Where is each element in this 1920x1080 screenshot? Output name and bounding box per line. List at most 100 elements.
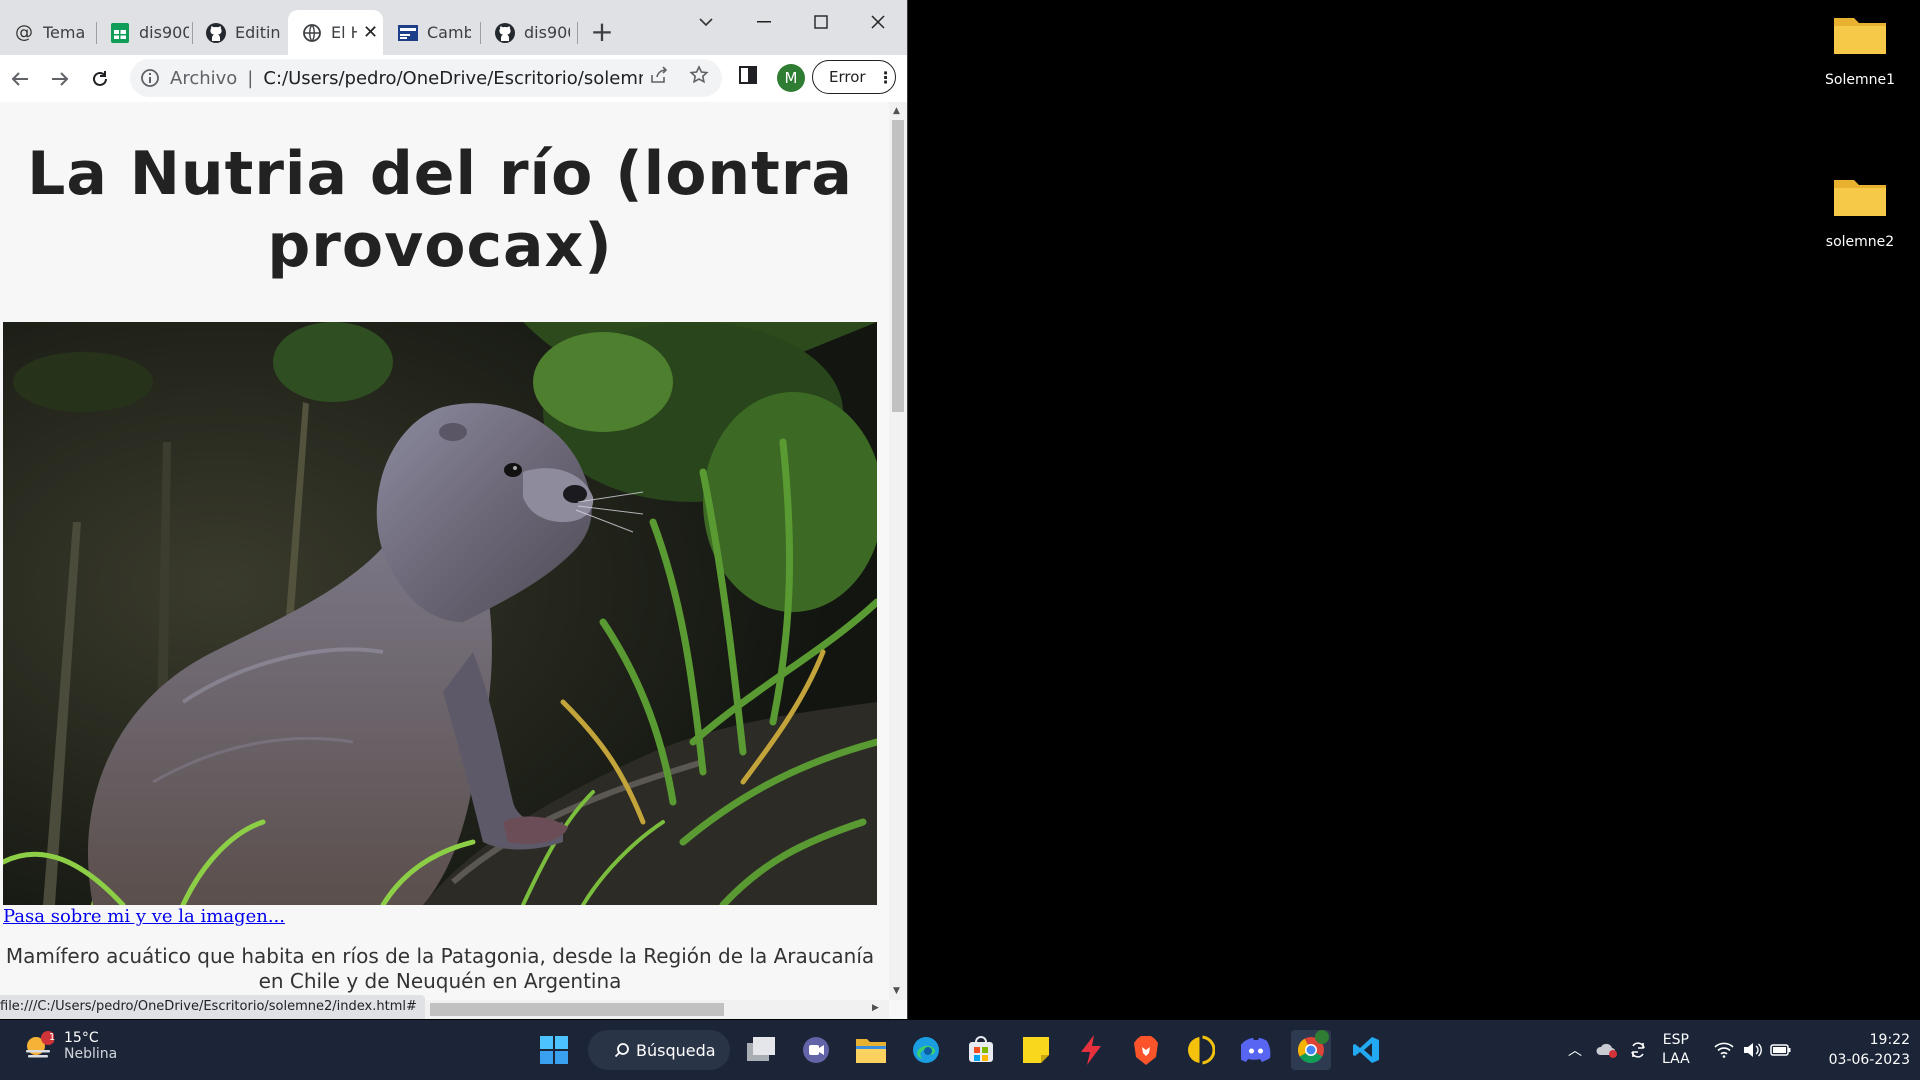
sheets-icon [110,22,130,43]
new-tab-button[interactable]: + [587,14,617,50]
wifi-icon[interactable] [1714,1042,1734,1058]
windows-logo-icon [540,1036,568,1064]
tab-label: Tema: [43,23,85,42]
language-code: ESP [1662,1032,1689,1048]
page-viewport: La Nutria del río (lontra provocax) Pasa… [0,102,889,1000]
sticky-notes-button[interactable] [1016,1030,1056,1070]
tab-5[interactable]: Cambi [384,10,480,55]
side-panel-icon[interactable] [737,64,759,86]
vscode-icon [1353,1037,1379,1063]
system-clock[interactable]: 19:22 03-06-2023 [1810,1030,1910,1070]
chevron-down-icon [699,18,713,27]
error-label: Error [829,68,866,86]
task-view-icon [747,1037,775,1061]
scrollbar-thumb[interactable] [430,1003,724,1016]
profile-avatar[interactable]: M [777,64,805,92]
onedrive-error-icon[interactable] [1596,1041,1618,1059]
github-icon [495,22,515,43]
weather-badge: 1 [48,1032,56,1043]
vertical-scrollbar[interactable]: ▲ ▼ [889,102,907,1000]
info-icon[interactable] [140,68,160,88]
address-url[interactable]: C:/Users/pedro/OneDrive/Escritorio/solem… [263,68,643,89]
search-label: Búsqueda [636,1040,716,1060]
sticky-note-icon [1023,1037,1049,1063]
lightning-icon [1081,1035,1101,1065]
chrome-button[interactable] [1291,1030,1331,1070]
tab-6[interactable]: dis900 [481,10,577,55]
half-circle-icon [1188,1035,1215,1065]
tab-3[interactable]: Editing [192,10,287,55]
app-yellow-button[interactable] [1181,1030,1221,1070]
taskbar: 1 15°C Neblina Búsqueda ︿ ESP LAA 19:22 … [0,1020,1920,1080]
address-scheme: Archivo [170,67,238,89]
weather-temp: 15°C [64,1030,99,1046]
reload-button[interactable] [84,63,116,95]
maximize-icon [814,15,828,29]
close-tab-icon[interactable]: ✕ [363,22,378,43]
task-view-button[interactable] [742,1030,782,1070]
scroll-right-icon[interactable]: ▶ [872,1003,879,1013]
teams-chat-button[interactable] [796,1030,836,1070]
tab-label: dis900 [524,23,570,42]
battery-icon[interactable] [1769,1042,1792,1058]
chat-icon [803,1037,829,1063]
discord-button[interactable] [1236,1030,1276,1070]
start-button[interactable] [534,1030,574,1070]
tab-2[interactable]: dis900 [96,10,192,55]
tab-label: Editing [235,23,281,42]
tab-label: dis900 [139,23,189,42]
site-icon [398,23,418,43]
chevron-up-icon[interactable]: ︿ [1568,1040,1582,1060]
maximize-button[interactable] [801,6,841,38]
minimize-button[interactable] [744,6,784,38]
clock-date: 03-06-2023 [1828,1052,1910,1068]
otter-image [3,322,877,905]
close-icon [871,15,885,29]
edge-icon [913,1037,939,1063]
forward-button[interactable] [44,63,76,95]
close-window-button[interactable] [858,6,898,38]
store-icon [969,1036,993,1062]
bookmark-star-icon[interactable] [688,64,710,86]
back-button[interactable] [4,63,36,95]
vscode-button[interactable] [1346,1030,1386,1070]
brave-button[interactable] [1126,1030,1166,1070]
edge-button[interactable] [906,1030,946,1070]
bolt-app-button[interactable] [1071,1030,1111,1070]
scroll-down-icon[interactable]: ▼ [893,986,900,996]
file-explorer-button[interactable] [851,1030,891,1070]
tab-active[interactable]: El H ✕ [288,10,383,55]
reload-icon [93,71,107,86]
tab-strip: @ Tema: dis900 Editing El H ✕ [0,0,907,55]
tab-1[interactable]: @ Tema: [0,10,95,55]
at-icon: @ [15,22,33,43]
language-indicator[interactable]: ESP LAA [1662,1031,1690,1069]
microsoft-store-button[interactable] [961,1030,1001,1070]
weather-widget[interactable]: 1 15°C Neblina [22,1030,117,1062]
clock-time: 19:22 [1869,1032,1910,1048]
address-bar[interactable]: Archivo | C:/Users/pedro/OneDrive/Escrit… [130,59,722,97]
brave-lion-icon [1134,1036,1158,1065]
minimize-icon [757,21,771,23]
globe-icon [302,23,322,43]
scroll-up-icon[interactable]: ▲ [893,106,900,116]
hover-image-link[interactable]: Pasa sobre mi y ve la imagen... [3,906,285,927]
error-button[interactable]: Error ⋮ [812,60,896,94]
status-bar-url: file:///C:/Users/pedro/OneDrive/Escritor… [0,995,425,1019]
scrollbar-thumb[interactable] [892,120,904,412]
tab-search-button[interactable] [686,6,726,38]
tab-label: Cambi [427,23,471,42]
page-description: Mamífero acuático que habita en ríos de … [5,944,875,993]
taskbar-search[interactable]: Búsqueda [588,1030,730,1070]
browser-toolbar: Archivo | C:/Users/pedro/OneDrive/Escrit… [0,55,907,103]
more-menu-icon[interactable]: ⋮ [878,68,894,87]
desktop-folder-solemne1[interactable]: Solemne1 [1815,12,1905,88]
search-icon [614,1043,629,1058]
arrow-left-icon [11,72,28,86]
sync-icon[interactable] [1628,1040,1648,1060]
github-icon [206,22,226,43]
folder-icon [1834,18,1886,54]
share-icon[interactable] [648,64,670,86]
volume-icon[interactable] [1742,1041,1762,1059]
desktop-folder-solemne2[interactable]: solemne2 [1815,174,1905,250]
